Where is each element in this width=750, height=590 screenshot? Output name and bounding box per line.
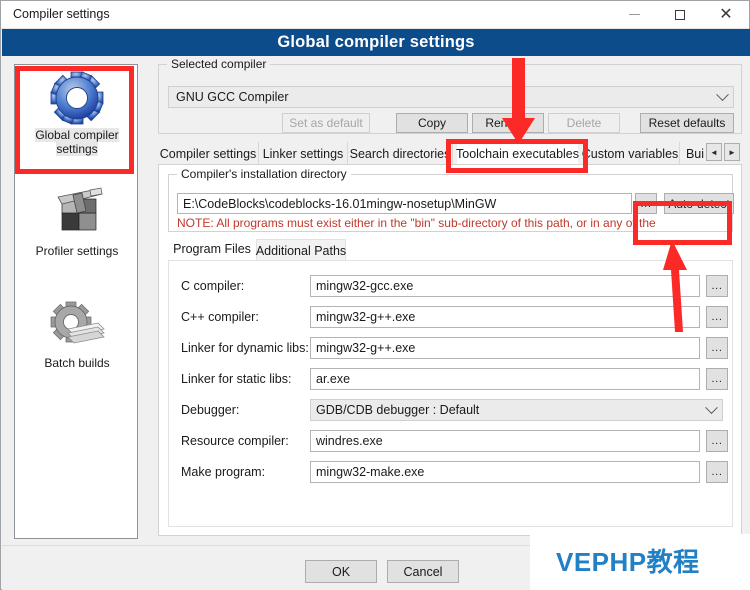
sidebar-item-batch-builds[interactable]: Batch builds — [15, 295, 137, 371]
resource-compiler-label: Resource compiler: — [181, 434, 289, 448]
linker-dynamic-label: Linker for dynamic libs: — [181, 341, 309, 355]
browse-install-path-button[interactable]: ... — [635, 193, 657, 214]
auto-detect-button[interactable]: Auto-detect — [664, 193, 734, 214]
browse-linker-static-button[interactable]: ... — [706, 368, 728, 390]
compiler-settings-window: Compiler settings ✕ Global compiler sett… — [0, 0, 750, 590]
sidebar-item-global-compiler-settings[interactable]: Global compiler settings — [15, 67, 137, 156]
maximize-button[interactable] — [657, 1, 703, 28]
close-button[interactable]: ✕ — [703, 1, 749, 28]
debugger-label: Debugger: — [181, 403, 240, 417]
close-icon: ✕ — [719, 5, 733, 23]
c-compiler-input[interactable]: mingw32-gcc.exe — [310, 275, 700, 297]
tab-compiler-settings[interactable]: Compiler settings — [158, 142, 259, 165]
cpp-compiler-input[interactable]: mingw32-g++.exe — [310, 306, 700, 328]
selected-compiler-group: Selected compiler GNU GCC Compiler Set a… — [158, 57, 742, 134]
watermark-text: VEPHP教程 — [556, 547, 700, 577]
linker-static-label: Linker for static libs: — [181, 372, 292, 386]
install-path-note: NOTE: All programs must exist either in … — [177, 216, 656, 230]
sidebar-item-profiler-settings[interactable]: Profiler settings — [15, 183, 137, 259]
program-files-tabs: Program Files Additional Paths — [168, 239, 733, 261]
make-program-label: Make program: — [181, 465, 266, 479]
delete-button[interactable]: Delete — [548, 113, 620, 133]
chevron-down-icon — [700, 400, 722, 415]
tab-linker-settings[interactable]: Linker settings — [259, 142, 348, 165]
copy-button[interactable]: Copy — [396, 113, 468, 133]
rename-button[interactable]: Rename — [472, 113, 544, 133]
page-header: Global compiler settings — [2, 29, 750, 56]
browse-make-program-button[interactable]: ... — [706, 461, 728, 483]
cpp-compiler-label: C++ compiler: — [181, 310, 259, 324]
window-titlebar: Compiler settings ✕ — [1, 1, 749, 29]
field-row-linker-dynamic: Linker for dynamic libs: mingw32-g++.exe… — [169, 337, 732, 360]
toolchain-executables-panel: Compiler's installation directory E:\Cod… — [158, 164, 742, 536]
browse-cpp-compiler-button[interactable]: ... — [706, 306, 728, 328]
field-row-c-compiler: C compiler: mingw32-gcc.exe ... — [169, 275, 732, 298]
tab-scroll-right-button[interactable]: ► — [724, 143, 740, 161]
window-title: Compiler settings — [13, 7, 110, 21]
tab-search-directories[interactable]: Search directories — [348, 142, 453, 165]
ok-button[interactable]: OK — [305, 560, 377, 583]
sidebar-item-label: Batch builds — [44, 356, 110, 370]
make-program-input[interactable]: mingw32-make.exe — [310, 461, 700, 483]
field-row-linker-static: Linker for static libs: ar.exe ... — [169, 368, 732, 391]
page-title: Global compiler settings — [277, 33, 475, 51]
linker-static-input[interactable]: ar.exe — [310, 368, 700, 390]
debugger-select-value: GDB/CDB debugger : Default — [316, 403, 480, 417]
tab-additional-paths[interactable]: Additional Paths — [256, 239, 346, 261]
caliper-icon — [15, 183, 137, 245]
gear-stack-icon — [15, 295, 137, 357]
field-row-resource-compiler: Resource compiler: windres.exe ... — [169, 430, 732, 453]
maximize-icon — [675, 9, 685, 20]
compiler-action-buttons: Set as default Copy Rename Delete Reset … — [168, 113, 734, 133]
sidebar-item-label: Profiler settings — [35, 244, 119, 258]
field-row-cpp-compiler: C++ compiler: mingw32-g++.exe ... — [169, 306, 732, 329]
settings-category-list[interactable]: Global compiler settings Profiler settin… — [14, 64, 138, 539]
chevron-down-icon — [711, 87, 733, 102]
set-as-default-button[interactable]: Set as default — [282, 113, 370, 133]
settings-pane: Selected compiler GNU GCC Compiler Set a… — [150, 56, 742, 536]
field-row-debugger: Debugger: GDB/CDB debugger : Default — [169, 399, 732, 422]
gear-blue-icon — [15, 67, 137, 129]
install-directory-group: Compiler's installation directory E:\Cod… — [168, 167, 734, 232]
program-files-panel: C compiler: mingw32-gcc.exe ... C++ comp… — [168, 260, 733, 527]
install-path-input[interactable]: E:\CodeBlocks\codeblocks-16.01mingw-nose… — [177, 193, 632, 214]
browse-linker-dynamic-button[interactable]: ... — [706, 337, 728, 359]
resource-compiler-input[interactable]: windres.exe — [310, 430, 700, 452]
field-row-make-program: Make program: mingw32-make.exe ... — [169, 461, 732, 484]
reset-defaults-button[interactable]: Reset defaults — [640, 113, 734, 133]
compiler-select-value: GNU GCC Compiler — [176, 90, 289, 104]
settings-tabs: Compiler settings Linker settings Search… — [158, 141, 742, 165]
tab-custom-variables[interactable]: Custom variables — [581, 142, 680, 165]
linker-dynamic-input[interactable]: mingw32-g++.exe — [310, 337, 700, 359]
browse-resource-compiler-button[interactable]: ... — [706, 430, 728, 452]
debugger-select[interactable]: GDB/CDB debugger : Default — [310, 399, 723, 421]
cancel-button[interactable]: Cancel — [387, 560, 459, 583]
tab-toolchain-executables[interactable]: Toolchain executables — [456, 142, 579, 165]
sidebar-item-label: Global compiler settings — [35, 128, 119, 156]
selected-compiler-group-title: Selected compiler — [167, 57, 271, 71]
tab-program-files[interactable]: Program Files — [168, 239, 256, 261]
dialog-body: Global compiler settings Profiler settin… — [2, 56, 750, 590]
compiler-select[interactable]: GNU GCC Compiler — [168, 86, 734, 108]
minimize-button[interactable] — [611, 1, 657, 28]
install-directory-group-title: Compiler's installation directory — [177, 167, 351, 181]
minimize-icon — [628, 14, 640, 15]
tab-scroll-left-button[interactable]: ◄ — [706, 143, 722, 161]
c-compiler-label: C compiler: — [181, 279, 245, 293]
browse-c-compiler-button[interactable]: ... — [706, 275, 728, 297]
